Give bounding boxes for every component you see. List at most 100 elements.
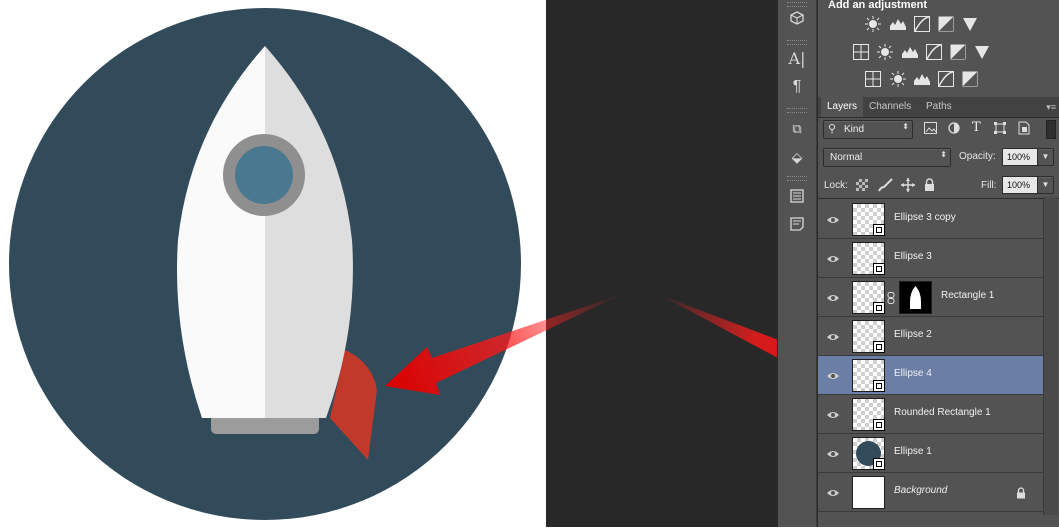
fill-dropdown-icon[interactable]: ▼: [1037, 176, 1054, 194]
shape-filter-icon[interactable]: [994, 122, 1006, 134]
photo-filter-icon[interactable]: [926, 44, 942, 60]
panel-menu-icon[interactable]: ▾≡: [1046, 102, 1056, 113]
chain-link-icon[interactable]: [887, 291, 895, 304]
layer-list: Ellipse 3 copy Ellipse 3 Rectangle 1 Ellips…: [818, 200, 1044, 520]
layer-mask-thumbnail[interactable]: [899, 281, 932, 314]
invert-icon[interactable]: [865, 71, 881, 87]
lock-all-icon[interactable]: [924, 178, 935, 191]
notes-icon[interactable]: [786, 214, 808, 236]
panel-dock-strip: A| ¶ ⧉ ⬙: [777, 0, 817, 527]
vector-mask-badge-icon: [873, 263, 885, 275]
character-styles-icon[interactable]: ⬙: [786, 146, 808, 168]
adjustment-filter-icon[interactable]: [948, 122, 960, 134]
smart-object-filter-icon[interactable]: [1018, 121, 1030, 135]
vector-mask-badge-icon: [873, 302, 885, 314]
eye-icon[interactable]: [827, 330, 839, 342]
vector-mask-badge-icon: [873, 341, 885, 353]
fill-label: Fill:: [981, 180, 997, 191]
exposure-icon[interactable]: [938, 16, 954, 32]
layer-name: Ellipse 3 copy: [894, 212, 956, 223]
layers-scrollbar[interactable]: [1043, 197, 1058, 515]
tab-channels[interactable]: Channels: [863, 97, 917, 117]
layer-thumbnail[interactable]: [852, 281, 885, 314]
threshold-icon[interactable]: [914, 71, 930, 87]
layer-thumbnail[interactable]: [852, 359, 885, 392]
layer-name: Ellipse 1: [894, 446, 932, 457]
blend-mode-label: Normal: [830, 152, 863, 163]
layer-thumbnail[interactable]: [852, 398, 885, 431]
lock-pixels-brush-icon[interactable]: [878, 178, 894, 192]
vibrance-icon[interactable]: [962, 16, 978, 32]
right-panels: Add an adjustment Layers Channels Paths …: [817, 0, 1059, 527]
search-icon: ⚲: [828, 123, 837, 135]
fill-input[interactable]: 100%: [1002, 176, 1038, 194]
filter-kind-select[interactable]: ⚲ Kind ⬍: [823, 120, 913, 139]
layer-row[interactable]: Rectangle 1: [818, 278, 1044, 317]
gradient-map-icon[interactable]: [962, 71, 978, 87]
eye-icon[interactable]: [827, 447, 839, 459]
arrow-to-fin: [385, 295, 620, 395]
layer-name: Ellipse 4: [894, 368, 932, 379]
opacity-dropdown-icon[interactable]: ▼: [1037, 148, 1054, 166]
dock-grip[interactable]: [787, 40, 807, 45]
posterize-icon[interactable]: [890, 71, 906, 87]
channel-mixer-icon[interactable]: [950, 44, 966, 60]
paragraph-icon[interactable]: ¶: [786, 76, 808, 98]
opacity-label: Opacity:: [959, 151, 996, 162]
eye-icon[interactable]: [827, 486, 839, 498]
filter-toggle[interactable]: [1046, 120, 1056, 139]
color-balance-icon[interactable]: [877, 44, 893, 60]
color-lookup-icon[interactable]: [974, 44, 990, 60]
properties-icon[interactable]: [786, 186, 808, 208]
lock-position-move-icon[interactable]: [901, 178, 915, 192]
layer-row[interactable]: Ellipse 1: [818, 434, 1044, 473]
hue-saturation-icon[interactable]: [853, 44, 869, 60]
type-filter-icon[interactable]: T: [972, 120, 981, 135]
dock-grip[interactable]: [787, 108, 807, 113]
eye-icon[interactable]: [827, 408, 839, 420]
blend-mode-select[interactable]: Normal ⬍: [823, 148, 951, 167]
pixel-filter-icon[interactable]: [924, 122, 937, 134]
divider: [818, 198, 1059, 199]
layer-row[interactable]: Ellipse 3: [818, 239, 1044, 278]
layer-row[interactable]: Ellipse 4: [818, 356, 1044, 395]
vector-mask-badge-icon: [873, 458, 885, 470]
layer-thumbnail[interactable]: [852, 203, 885, 236]
black-white-icon[interactable]: [902, 44, 918, 60]
tab-paths[interactable]: Paths: [920, 97, 958, 117]
lock-label: Lock:: [824, 180, 848, 191]
opacity-input[interactable]: 100%: [1002, 148, 1038, 166]
layer-row[interactable]: Background: [818, 473, 1044, 512]
stepper-icon: ⬍: [902, 122, 909, 131]
layer-row[interactable]: Ellipse 3 copy: [818, 200, 1044, 239]
curves-icon[interactable]: [914, 16, 930, 32]
layer-name: Background: [894, 485, 948, 496]
eye-icon[interactable]: [827, 252, 839, 264]
dock-grip[interactable]: [787, 176, 807, 181]
layer-thumbnail[interactable]: [852, 437, 885, 470]
lock-transparent-icon[interactable]: [856, 179, 868, 191]
layers-tab-bar: Layers Channels Paths ▾≡: [818, 97, 1059, 118]
stepper-icon: ⬍: [940, 150, 947, 159]
layer-thumbnail[interactable]: [852, 242, 885, 275]
layer-filter-icons: T: [922, 120, 1042, 137]
dock-grip[interactable]: [787, 2, 807, 7]
layer-thumbnail[interactable]: [852, 476, 885, 509]
selective-color-icon[interactable]: [938, 71, 954, 87]
character-icon[interactable]: A|: [786, 48, 808, 70]
vector-mask-badge-icon: [873, 380, 885, 392]
eye-icon[interactable]: [827, 213, 839, 225]
tab-layers[interactable]: Layers: [821, 97, 864, 117]
eye-icon[interactable]: [827, 291, 839, 303]
layer-row[interactable]: Rounded Rectangle 1: [818, 395, 1044, 434]
layer-name: Ellipse 3: [894, 251, 932, 262]
paragraph-styles-icon[interactable]: ⧉: [786, 118, 808, 140]
levels-icon[interactable]: [890, 16, 906, 32]
layer-row[interactable]: Ellipse 2: [818, 317, 1044, 356]
brightness-contrast-icon[interactable]: [865, 16, 881, 32]
eye-icon[interactable]: [827, 369, 839, 381]
layer-name: Rounded Rectangle 1: [894, 407, 991, 418]
3d-icon[interactable]: [786, 8, 808, 30]
layer-name: Rectangle 1: [941, 290, 995, 301]
layer-thumbnail[interactable]: [852, 320, 885, 353]
